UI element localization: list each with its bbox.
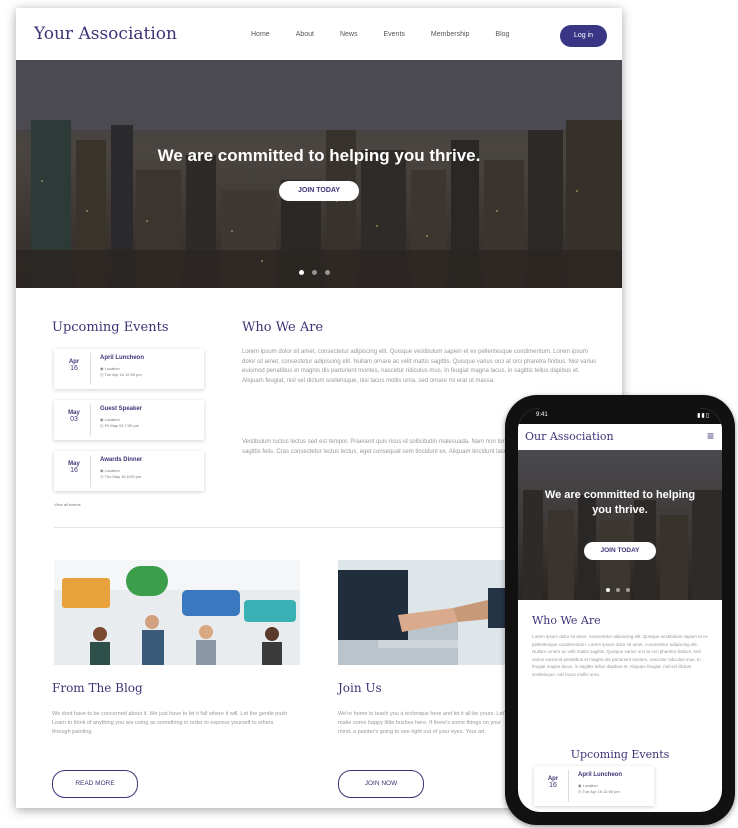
event-time: Thu May 16 6:00 pm <box>104 474 142 479</box>
nav-about[interactable]: About <box>296 31 314 38</box>
event-day: 03 <box>70 416 78 423</box>
event-card[interactable]: May 16 Awards Dinner ◉ Location ◷ Thu May… <box>54 451 204 491</box>
mobile-navbar: Our Association ≡ <box>518 424 722 451</box>
read-more-button[interactable]: READ MORE <box>52 770 138 798</box>
join-us-text: We're home to teach you a technique here… <box>338 711 508 735</box>
event-date: May 03 <box>58 404 91 436</box>
event-details: ◉ Location ◷ Tue Apr 16 12:00 pm <box>578 783 620 794</box>
carousel-dot[interactable] <box>299 270 304 275</box>
join-today-button[interactable]: JOIN TODAY <box>279 181 359 201</box>
mobile-events-heading: Upcoming Events <box>570 748 670 761</box>
carousel-dot[interactable] <box>312 270 317 275</box>
desktop-navbar: Your Association Home About News Events … <box>16 8 622 60</box>
mobile-carousel-dots[interactable] <box>606 588 630 592</box>
event-location: Location <box>104 366 120 371</box>
hamburger-icon[interactable]: ≡ <box>707 430 714 442</box>
nav-membership[interactable]: Membership <box>431 31 470 38</box>
events-heading: Upcoming Events <box>52 320 169 335</box>
event-date: May 16 <box>58 455 91 487</box>
event-day: 16 <box>70 467 78 474</box>
nav-news[interactable]: News <box>340 31 358 38</box>
nav-blog[interactable]: Blog <box>495 31 509 38</box>
event-title[interactable]: April Luncheon <box>578 772 622 778</box>
city-skyline-image <box>16 60 622 288</box>
event-details: ◉ Location ◷ Thu May 16 6:00 pm <box>100 468 142 479</box>
view-all-events-link[interactable]: View all events <box>54 502 81 507</box>
hero-title: We are committed to helping you thrive. <box>157 146 481 165</box>
carousel-dots[interactable] <box>299 270 330 275</box>
event-location: Location <box>104 417 120 422</box>
event-day: 16 <box>549 782 557 789</box>
status-time: 9:41 <box>536 412 548 418</box>
phone-screen: 9:41 ▮▮▯ Our Association ≡ We are commit… <box>518 408 722 812</box>
event-time: Fri May 03 7:00 pm <box>104 423 140 428</box>
mobile-hero-title: We are committed to helping you thrive. <box>544 489 696 516</box>
hero-banner: We are committed to helping you thrive. … <box>16 60 622 288</box>
nav-events[interactable]: Events <box>384 31 405 38</box>
battery-icon: ▮▮▯ <box>697 413 710 419</box>
event-date: Apr 16 <box>538 770 569 802</box>
phone-notch <box>578 408 662 422</box>
event-location: Location <box>104 468 120 473</box>
who-we-are-heading: Who We Are <box>242 320 324 335</box>
event-card[interactable]: May 03 Guest Speaker ◉ Location ◷ Fri May… <box>54 400 204 440</box>
event-time: Tue Apr 16 12:00 pm <box>104 372 142 377</box>
mobile-event-card[interactable]: Apr 16 April Luncheon ◉ Location ◷ Tue Ap… <box>534 766 654 806</box>
event-time: Tue Apr 16 12:00 pm <box>582 789 620 794</box>
carousel-dot[interactable] <box>626 588 630 592</box>
event-date: Apr 16 <box>58 353 91 385</box>
event-details: ◉ Location ◷ Fri May 03 7:00 pm <box>100 417 140 428</box>
event-card[interactable]: Apr 16 April Luncheon ◉ Location ◷ Tue Ap… <box>54 349 204 389</box>
nav-links: Home About News Events Membership Blog <box>251 31 535 38</box>
join-us-heading: Join Us <box>338 681 382 695</box>
login-button[interactable]: Log in <box>560 25 607 47</box>
blog-image <box>54 560 300 665</box>
event-details: ◉ Location ◷ Tue Apr 16 12:00 pm <box>100 366 142 377</box>
carousel-dot[interactable] <box>606 588 610 592</box>
blog-text: We dont have to be concerned about it. W… <box>52 711 289 735</box>
mobile-who-text: Lorem ipsum dolor sit amet, consectetur … <box>532 634 708 677</box>
carousel-dot[interactable] <box>325 270 330 275</box>
nav-home[interactable]: Home <box>251 31 270 38</box>
phone-mockup: 9:41 ▮▮▯ Our Association ≡ We are commit… <box>505 395 735 825</box>
brand-logo[interactable]: Your Association <box>34 24 177 44</box>
carousel-dot[interactable] <box>616 588 620 592</box>
blog-heading: From The Blog <box>52 681 143 695</box>
event-location: Location <box>582 783 598 788</box>
event-title[interactable]: Awards Dinner <box>100 457 142 463</box>
event-title[interactable]: April Luncheon <box>100 355 144 361</box>
mobile-who-heading: Who We Are <box>532 614 601 627</box>
mobile-hero: We are committed to helping you thrive. … <box>518 450 722 600</box>
join-now-button[interactable]: JOIN NOW <box>338 770 424 798</box>
event-day: 16 <box>70 365 78 372</box>
mobile-brand[interactable]: Our Association <box>525 430 614 443</box>
who-we-are-paragraph: Lorem ipsum dolor sit amet, consectetur … <box>242 349 597 384</box>
mobile-join-today-button[interactable]: JOIN TODAY <box>584 542 656 560</box>
event-title[interactable]: Guest Speaker <box>100 406 142 412</box>
mobile-city-image <box>523 490 722 600</box>
